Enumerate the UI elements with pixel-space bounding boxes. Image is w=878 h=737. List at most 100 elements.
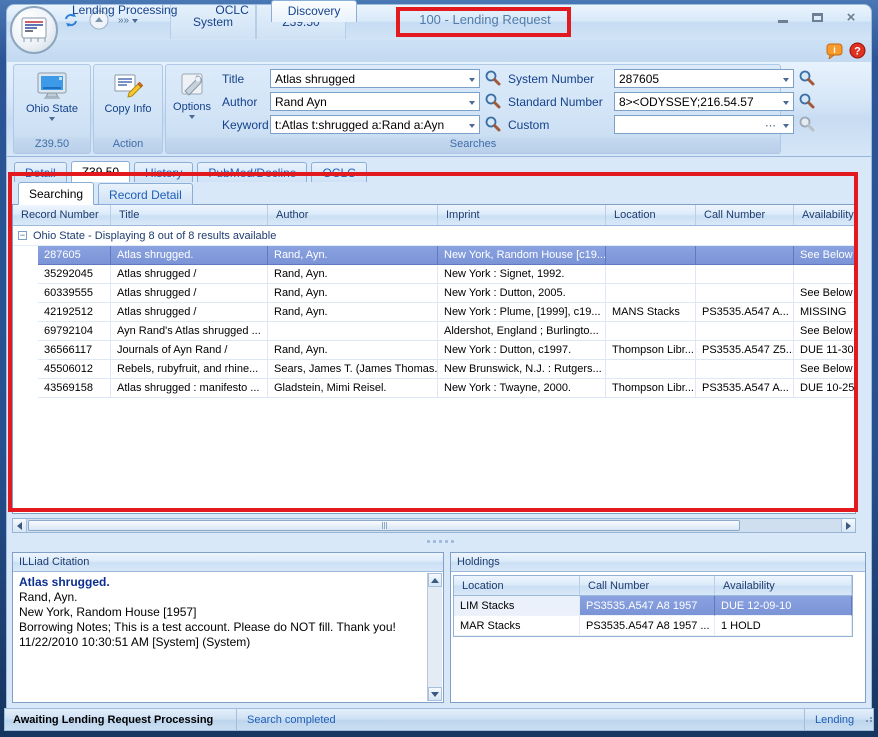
ellipsis-button[interactable]: ⋯ xyxy=(765,119,777,132)
app-icon xyxy=(19,16,49,44)
cell-title: Atlas shrugged / xyxy=(111,303,268,322)
dropdown-icon[interactable] xyxy=(783,78,789,82)
cell-availability xyxy=(794,265,855,284)
maximize-button[interactable] xyxy=(806,10,828,25)
column-header-imprint[interactable]: Imprint xyxy=(438,205,606,225)
resize-grip[interactable] xyxy=(862,717,873,722)
ribbon-tab-lending-processing[interactable]: Lending Processing xyxy=(56,0,193,22)
cell-record-number: 287605 xyxy=(38,246,111,265)
sub-tab-strip: Searching Record Detail xyxy=(18,182,193,205)
ribbon-group-z3950: Ohio State Z39.50 xyxy=(13,64,91,154)
application-menu-button[interactable] xyxy=(10,6,58,54)
cell-imprint: Aldershot, England ; Burlingto... xyxy=(438,322,606,341)
column-header-record-number[interactable]: Record Number xyxy=(13,205,111,225)
minimize-icon xyxy=(778,20,788,23)
cell-call-number: PS3535.A547 A... xyxy=(696,379,794,398)
custom-search-input[interactable]: ⋯ xyxy=(614,115,794,134)
cell-title: Atlas shrugged. xyxy=(111,246,268,265)
copy-info-button[interactable]: Copy Info xyxy=(96,67,160,137)
dropdown-icon[interactable] xyxy=(783,101,789,105)
holdings-column-call-number[interactable]: Call Number xyxy=(580,576,715,595)
result-row[interactable]: 45506012Rebels, rubyfruit, and rhine...S… xyxy=(38,360,855,379)
results-header-row: Record Number Title Author Imprint Locat… xyxy=(13,205,855,226)
search-icon[interactable] xyxy=(798,92,816,110)
result-row[interactable]: 69792104Ayn Rand's Atlas shrugged ...Ald… xyxy=(38,322,855,341)
dropdown-icon[interactable] xyxy=(783,124,789,128)
dropdown-icon[interactable] xyxy=(469,78,475,82)
citation-vertical-scrollbar[interactable] xyxy=(427,573,442,701)
search-icon[interactable] xyxy=(798,69,816,87)
horizontal-scrollbar[interactable] xyxy=(12,518,856,533)
citation-line: Borrowing Notes; This is a test account.… xyxy=(19,620,425,635)
keyword-search-input[interactable]: t:Atlas t:shrugged a:Rand a:Ayn xyxy=(270,115,480,134)
search-results-panel: Record Number Title Author Imprint Locat… xyxy=(12,204,856,514)
tab-detail[interactable]: Detail xyxy=(14,162,67,182)
cell-title: Rebels, rubyfruit, and rhine... xyxy=(111,360,268,379)
result-row[interactable]: 60339555Atlas shrugged /Rand, Ayn.New Yo… xyxy=(38,284,855,303)
column-header-title[interactable]: Title xyxy=(111,205,268,225)
cell-author: Rand, Ayn. xyxy=(268,341,438,360)
tab-z3950[interactable]: Z39.50 xyxy=(71,161,130,182)
custom-field-label: Custom xyxy=(508,118,549,132)
main-tab-strip: Detail Z39.50 History PubMed/Docline OCL… xyxy=(14,161,367,182)
tab-searching[interactable]: Searching xyxy=(18,182,94,205)
holdings-row[interactable]: LIM StacksPS3535.A547 A8 1957DUE 12-09-1… xyxy=(454,596,852,616)
close-button[interactable]: × xyxy=(840,10,862,25)
column-header-author[interactable]: Author xyxy=(268,205,438,225)
result-row[interactable]: 36566117Journals of Ayn Rand /Rand, Ayn.… xyxy=(38,341,855,360)
ohio-state-button[interactable]: Ohio State xyxy=(20,67,84,137)
cell-author: Gladstein, Mimi Reisel. xyxy=(268,379,438,398)
scroll-up-button[interactable] xyxy=(428,573,442,587)
result-row[interactable]: 35292045Atlas shrugged /Rand, Ayn.New Yo… xyxy=(38,265,855,284)
scroll-right-button[interactable] xyxy=(841,519,855,532)
cell-title: Atlas shrugged / xyxy=(111,284,268,303)
minimize-button[interactable] xyxy=(772,10,794,25)
cell-record-number: 69792104 xyxy=(38,322,111,341)
result-row[interactable]: 43569158Atlas shrugged : manifesto ...Gl… xyxy=(38,379,855,398)
column-header-call-number[interactable]: Call Number xyxy=(696,205,794,225)
scrollbar-thumb[interactable] xyxy=(28,520,740,531)
results-rows: 287605Atlas shrugged.Rand, Ayn.New York,… xyxy=(13,246,855,398)
group-label-z3950: Z39.50 xyxy=(14,137,90,153)
tab-record-detail[interactable]: Record Detail xyxy=(98,183,193,205)
search-icon[interactable] xyxy=(484,92,502,110)
collapse-group-icon[interactable]: − xyxy=(18,231,27,240)
result-row[interactable]: 287605Atlas shrugged.Rand, Ayn.New York,… xyxy=(38,246,855,265)
column-header-location[interactable]: Location xyxy=(606,205,696,225)
alert-icon[interactable]: i xyxy=(826,43,843,59)
dropdown-icon xyxy=(49,117,55,121)
status-queue-text: Awaiting Lending Request Processing xyxy=(5,709,237,730)
author-search-input[interactable]: Rand Ayn xyxy=(270,92,480,111)
ribbon-tab-oclc[interactable]: OCLC xyxy=(199,0,264,22)
tab-oclc[interactable]: OCLC xyxy=(311,162,366,182)
search-icon[interactable] xyxy=(484,115,502,133)
scroll-down-button[interactable] xyxy=(428,687,442,701)
standard-number-input[interactable]: 8><ODYSSEY;216.54.57 xyxy=(614,92,794,111)
dropdown-icon xyxy=(189,115,195,119)
cell-record-number: 60339555 xyxy=(38,284,111,303)
options-button[interactable]: Options xyxy=(168,67,216,137)
cell-title: Atlas shrugged : manifesto ... xyxy=(111,379,268,398)
title-search-input[interactable]: Atlas shrugged xyxy=(270,69,480,88)
cell-imprint: New York : Dutton, 2005. xyxy=(438,284,606,303)
ribbon-tab-discovery[interactable]: Discovery xyxy=(271,0,358,22)
dropdown-icon[interactable] xyxy=(469,124,475,128)
holdings-column-location[interactable]: Location xyxy=(454,576,580,595)
system-number-input[interactable]: 287605 xyxy=(614,69,794,88)
scroll-left-button[interactable] xyxy=(13,519,27,532)
tab-pubmed-docline[interactable]: PubMed/Docline xyxy=(197,162,307,182)
left-arrow-icon xyxy=(17,522,22,530)
result-row[interactable]: 42192512Atlas shrugged /Rand, Ayn.New Yo… xyxy=(38,303,855,322)
column-header-availability[interactable]: Availability xyxy=(794,205,855,225)
help-icon[interactable]: ? xyxy=(849,42,866,59)
results-group-row[interactable]: − Ohio State - Displaying 8 out of 8 res… xyxy=(13,226,855,246)
cell-call-number xyxy=(696,284,794,303)
holdings-column-availability[interactable]: Availability xyxy=(715,576,852,595)
tab-history[interactable]: History xyxy=(134,162,193,182)
dropdown-icon[interactable] xyxy=(469,101,475,105)
splitter-handle[interactable] xyxy=(410,540,470,545)
search-icon[interactable] xyxy=(484,69,502,87)
cell-author: Rand, Ayn. xyxy=(268,246,438,265)
cell-author: Rand, Ayn. xyxy=(268,265,438,284)
holdings-row[interactable]: MAR StacksPS3535.A547 A8 1957 ...1 HOLD xyxy=(454,616,852,636)
